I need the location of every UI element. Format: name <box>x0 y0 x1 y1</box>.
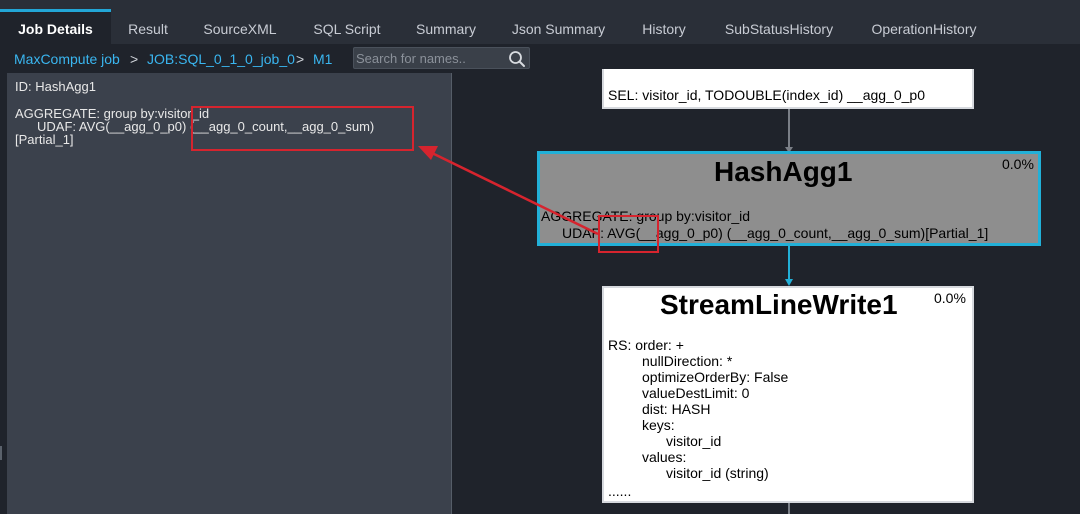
tab-result[interactable]: Result <box>115 9 181 44</box>
hashagg-node-percent: 0.0% <box>1002 156 1034 172</box>
write-node-line: visitor_id (string) <box>666 465 769 481</box>
write-node-line: optimizeOrderBy: False <box>642 369 789 385</box>
tab-bar: Job Details Result SourceXML SQL Script … <box>0 0 1080 44</box>
write-node-line: dist: HASH <box>642 401 711 417</box>
partial-line: [Partial_1] <box>15 132 74 147</box>
search-box <box>353 47 530 69</box>
tab-summary[interactable]: Summary <box>406 9 486 44</box>
write-node-line: visitor_id <box>666 433 722 449</box>
tab-json-summary[interactable]: Json Summary <box>501 9 616 44</box>
tab-operationhistory[interactable]: OperationHistory <box>860 9 988 44</box>
breadcrumb-separator: > <box>130 51 139 67</box>
search-input[interactable] <box>356 49 506 67</box>
tab-sql-script[interactable]: SQL Script <box>303 9 391 44</box>
graph-node-sel[interactable]: SEL: visitor_id, TODOUBLE(index_id) __ag… <box>602 69 974 109</box>
graph-canvas[interactable]: SEL: visitor_id, TODOUBLE(index_id) __ag… <box>452 69 1080 514</box>
write-node-line: ...... <box>608 483 632 499</box>
tab-sourcexml[interactable]: SourceXML <box>196 9 284 44</box>
write-node-percent: 0.0% <box>934 290 966 306</box>
sel-node-text: SEL: visitor_id, TODOUBLE(index_id) __ag… <box>608 87 925 103</box>
graph-node-streamlinewrite1[interactable]: StreamLineWrite1 0.0% RS: order: + nullD… <box>602 286 974 503</box>
tab-job-details[interactable]: Job Details <box>0 9 111 44</box>
write-node-line: values: <box>642 449 687 465</box>
annotation-highlight-node <box>598 215 659 253</box>
edge-arrow <box>785 279 793 286</box>
write-node-line: keys: <box>642 417 675 433</box>
annotation-highlight-panel <box>191 106 414 151</box>
hashagg-node-title: HashAgg1 <box>714 156 853 187</box>
tab-substatushistory[interactable]: SubStatusHistory <box>712 9 846 44</box>
search-icon[interactable] <box>508 50 526 68</box>
node-id-label: ID: HashAgg1 <box>15 79 96 94</box>
scrollbar-handle[interactable] <box>0 446 2 460</box>
breadcrumb-separator: > <box>296 51 305 67</box>
write-node-line: nullDirection: * <box>642 353 733 369</box>
breadcrumb-maxcompute-job[interactable]: MaxCompute job <box>14 49 120 69</box>
write-node-title: StreamLineWrite1 <box>660 289 898 320</box>
write-node-line: valueDestLimit: 0 <box>642 385 750 401</box>
tab-history[interactable]: History <box>631 9 697 44</box>
breadcrumb-job[interactable]: JOB:SQL_0_1_0_job_0 <box>147 49 295 69</box>
write-node-line: RS: order: + <box>608 337 684 353</box>
breadcrumb-m1[interactable]: M1 <box>313 49 332 69</box>
